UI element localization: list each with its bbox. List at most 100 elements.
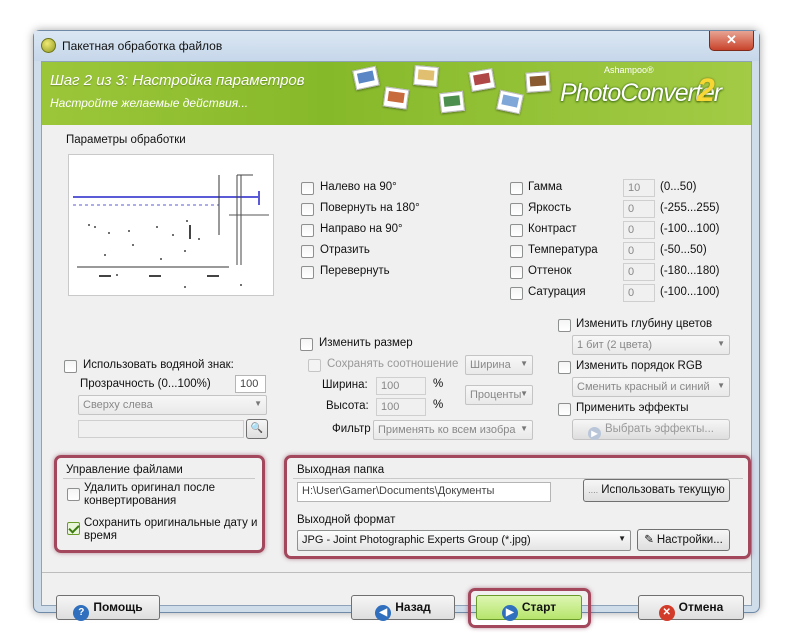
height-input[interactable]: 100	[376, 398, 426, 416]
preview-image	[68, 154, 274, 296]
output-folder-input[interactable]: H:\User\Gamer\Documents\Документы	[297, 482, 551, 502]
color-depth-label: Изменить глубину цветов	[576, 318, 713, 330]
brand-version: 2	[697, 72, 715, 108]
height-label: Высота:	[326, 400, 369, 412]
folder-search-icon: 🔍	[250, 423, 264, 434]
help-label: Помощь	[93, 600, 143, 614]
cancel-button[interactable]: ✕ Отмена	[638, 595, 744, 621]
photo-thumbnail	[439, 90, 465, 114]
chevron-down-icon: ▼	[520, 389, 528, 398]
keep-ratio-label: Сохранять соотношение	[327, 358, 459, 370]
adjust-range: (-255...255)	[660, 202, 720, 214]
start-button[interactable]: ▶ Старт	[476, 595, 582, 621]
adjust-input[interactable]: 0	[623, 263, 655, 281]
rgb-order-label: Изменить порядок RGB	[576, 360, 703, 372]
ellipsis-icon: ....	[588, 485, 599, 495]
chevron-down-icon: ▼	[717, 339, 725, 348]
watermark-position-value: Сверху слева	[83, 399, 153, 411]
adjust-label: Яркость	[528, 202, 572, 214]
adjust-checkbox[interactable]	[510, 224, 523, 237]
width-input[interactable]: 100	[376, 377, 426, 395]
photo-thumbnail	[382, 86, 410, 110]
transform-label: Перевернуть	[320, 265, 390, 277]
keep-dates-label: Сохранить оригинальные дату и время	[84, 517, 258, 542]
help-icon: ?	[73, 605, 90, 621]
chevron-down-icon: ▼	[717, 381, 725, 390]
preview-label: Параметры обработки	[66, 134, 186, 146]
use-current-label: Использовать текущую	[601, 484, 725, 496]
effects-label: Применить эффекты	[576, 402, 689, 414]
file-management-title: Управление файлами	[66, 464, 183, 476]
adjust-input[interactable]: 10	[623, 179, 655, 197]
adjust-range: (-100...100)	[660, 223, 720, 235]
transform-checkbox[interactable]	[301, 266, 314, 279]
adjust-checkbox[interactable]	[510, 245, 523, 258]
adjust-input[interactable]: 0	[623, 242, 655, 260]
height-unit: %	[433, 399, 444, 411]
adjust-range: (0...50)	[660, 181, 697, 193]
adjust-label: Температура	[528, 244, 598, 256]
delete-original-label: Удалить оригинал после конвертирования	[84, 482, 216, 507]
watermark-position-select[interactable]: Сверху слева ▼	[78, 395, 267, 415]
transform-checkbox[interactable]	[301, 203, 314, 216]
transform-checkbox[interactable]	[301, 245, 314, 258]
color-depth-select[interactable]: 1 бит (2 цвета) ▼	[572, 335, 730, 355]
choose-effects-button[interactable]: ▶ Выбрать эффекты...	[572, 419, 730, 440]
file-management-group: Управление файлами Удалить оригинал посл…	[54, 455, 265, 553]
watermark-checkbox[interactable]	[64, 360, 77, 373]
adjust-checkbox[interactable]	[510, 287, 523, 300]
chevron-down-icon: ▼	[520, 424, 528, 433]
output-format-select[interactable]: JPG - Joint Photographic Experts Group (…	[297, 530, 631, 551]
output-format-label: Выходной формат	[297, 514, 396, 526]
effects-checkbox[interactable]	[558, 403, 571, 416]
chevron-down-icon: ▼	[618, 534, 626, 543]
start-label: Старт	[521, 600, 557, 614]
help-button[interactable]: ? Помощь	[56, 595, 160, 621]
unit-mode-select[interactable]: Проценты ▼	[465, 385, 533, 405]
color-depth-checkbox[interactable]	[558, 319, 571, 332]
format-settings-button[interactable]: ✎ Настройки...	[637, 529, 730, 551]
output-format-value: JPG - Joint Photographic Experts Group (…	[302, 534, 531, 546]
adjust-range: (-180...180)	[660, 265, 720, 277]
resize-checkbox[interactable]	[300, 338, 313, 351]
step-subtitle: Настройте желаемые действия...	[50, 96, 249, 110]
unit-mode-value: Проценты	[470, 389, 522, 401]
photo-thumbnail	[525, 71, 551, 93]
opacity-input[interactable]: 100	[235, 375, 266, 393]
filter-select[interactable]: Применять ко всем изобра ▼	[373, 420, 533, 440]
window-title: Пакетная обработка файлов	[62, 39, 223, 53]
adjust-checkbox[interactable]	[510, 266, 523, 279]
start-highlight: ▶ Старт	[468, 588, 591, 628]
watermark-file-input[interactable]	[78, 420, 244, 438]
header-banner: Шаг 2 из 3: Настройка параметров Настрой…	[42, 62, 751, 125]
transform-checkbox[interactable]	[301, 224, 314, 237]
delete-original-checkbox[interactable]	[67, 488, 80, 501]
rgb-order-checkbox[interactable]	[558, 361, 571, 374]
arrow-right-icon: ▶	[588, 427, 601, 440]
back-button[interactable]: ◀ Назад	[351, 595, 455, 621]
filter-value: Применять ко всем изобра	[378, 424, 516, 436]
browse-folder-button[interactable]: 🔍	[246, 419, 268, 439]
step-title: Шаг 2 из 3: Настройка параметров	[50, 72, 305, 89]
ratio-mode-value: Ширина	[470, 359, 511, 371]
filter-label: Фильтр	[332, 423, 371, 435]
transform-label: Отразить	[320, 244, 370, 256]
adjust-label: Сатурация	[528, 286, 586, 298]
rgb-order-select[interactable]: Сменить красный и синий ▼	[572, 377, 730, 397]
ratio-mode-select[interactable]: Ширина ▼	[465, 355, 533, 375]
width-label: Ширина:	[322, 379, 368, 391]
adjust-input[interactable]: 0	[623, 200, 655, 218]
app-icon	[41, 38, 56, 53]
close-button[interactable]: ✕	[709, 31, 754, 51]
arrow-left-icon: ◀	[375, 605, 392, 621]
keep-dates-checkbox[interactable]	[67, 522, 80, 535]
divider	[63, 478, 255, 479]
adjust-checkbox[interactable]	[510, 182, 523, 195]
adjust-input[interactable]: 0	[623, 221, 655, 239]
keep-ratio-checkbox[interactable]	[308, 359, 321, 372]
transform-label: Направо на 90°	[320, 223, 403, 235]
adjust-checkbox[interactable]	[510, 203, 523, 216]
adjust-input[interactable]: 0	[623, 284, 655, 302]
transform-checkbox[interactable]	[301, 182, 314, 195]
use-current-button[interactable]: .... Использовать текущую	[583, 479, 730, 502]
